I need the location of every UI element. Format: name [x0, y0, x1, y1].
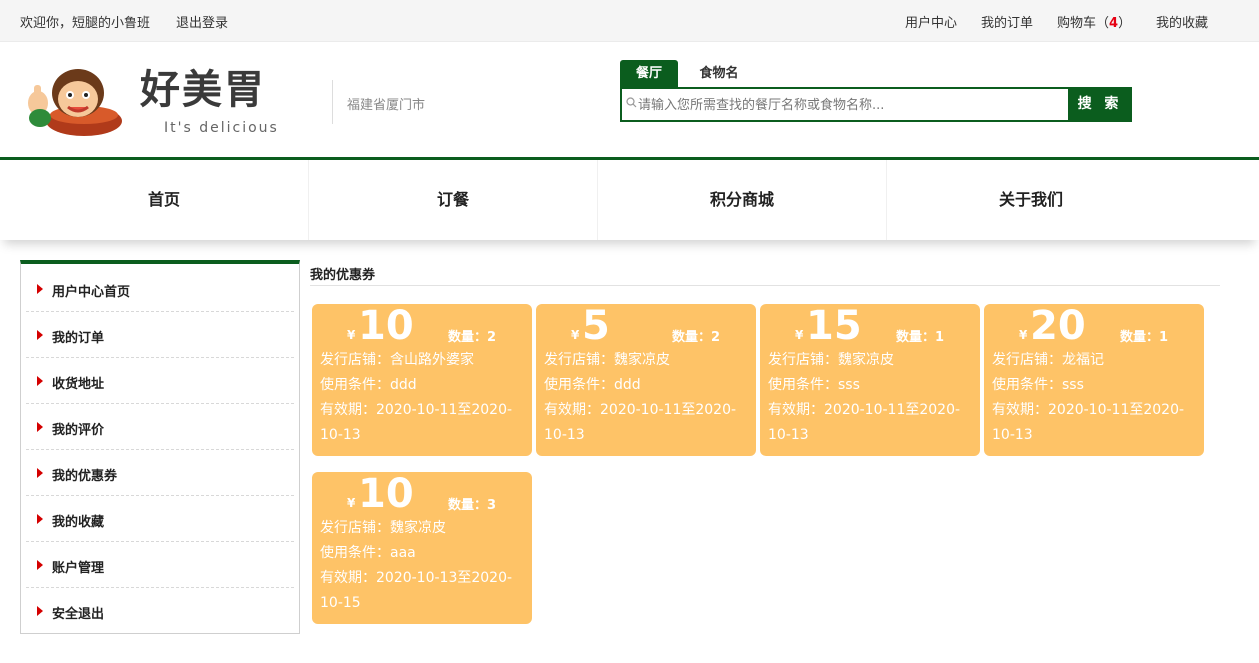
search-input[interactable] — [638, 93, 1068, 117]
sidebar-item-label: 我的收藏 — [52, 515, 105, 530]
currency-symbol: ¥ — [347, 328, 356, 342]
sidebar-item-label: 我的订单 — [52, 331, 105, 346]
arrow-right-icon — [37, 284, 43, 294]
coupon-condition: 使用条件：ddd — [320, 377, 417, 393]
sidebar-item-account[interactable]: 账户管理 — [26, 542, 294, 588]
coupon-amount: 10 — [358, 471, 414, 517]
nav-points-mall[interactable]: 积分商城 — [598, 160, 886, 240]
sidebar-item-label: 我的优惠券 — [52, 469, 118, 484]
coupon-quantity: 数量：2 — [448, 330, 497, 345]
sidebar-item-label: 账户管理 — [52, 561, 105, 576]
search-tab-restaurant[interactable]: 餐厅 — [620, 60, 678, 88]
page-title: 我的优惠券 — [310, 268, 376, 283]
cart-label: 购物车（ — [1057, 16, 1110, 31]
top-bar: 欢迎你，短腿的小鲁班 退出登录 用户中心 我的订单 购物车（4） 我的收藏 — [0, 0, 1259, 42]
coupon-validity-line2: 10-13 — [320, 427, 361, 443]
cart-link[interactable]: 购物车（4） — [1057, 12, 1131, 31]
coupon-amount: 20 — [1030, 303, 1086, 349]
my-orders-link[interactable]: 我的订单 — [981, 12, 1033, 31]
cart-close: ） — [1118, 16, 1132, 31]
logout-link[interactable]: 退出登录 — [176, 12, 228, 31]
coupon-validity-line1: 有效期：2020-10-11至2020- — [320, 402, 513, 418]
coupon-card[interactable]: ¥ 10 数量：3 发行店铺：魏家凉皮 使用条件：aaa 有效期：2020-10… — [312, 472, 532, 624]
coupon-shop: 发行店铺：魏家凉皮 — [768, 352, 894, 368]
arrow-right-icon — [37, 468, 43, 478]
coupon-quantity: 数量：3 — [448, 498, 497, 513]
currency-symbol: ¥ — [1019, 328, 1028, 342]
brand-slogan: It's delicious — [164, 120, 279, 136]
nav-about-us[interactable]: 关于我们 — [887, 160, 1175, 240]
user-center-link[interactable]: 用户中心 — [905, 12, 957, 31]
coupon-validity-line2: 10-13 — [992, 427, 1033, 443]
cart-count: 4 — [1109, 16, 1119, 31]
sidebar-item-my-coupons[interactable]: 我的优惠券 — [26, 450, 294, 496]
coupon-validity: 有效期：2020-10-11至2020- 10-13 — [992, 398, 1198, 448]
nav-home[interactable]: 首页 — [20, 160, 308, 240]
coupon-validity-line1: 有效期：2020-10-11至2020- — [992, 402, 1185, 418]
favorites-link[interactable]: 我的收藏 — [1156, 12, 1208, 31]
coupon-validity-line1: 有效期：2020-10-11至2020- — [768, 402, 961, 418]
sidebar-item-my-reviews[interactable]: 我的评价 — [26, 404, 294, 450]
coupon-amount: 5 — [582, 303, 610, 349]
coupon-amount: 15 — [806, 303, 862, 349]
currency-symbol: ¥ — [571, 328, 580, 342]
coupon-amount: 10 — [358, 303, 414, 349]
coupon-card[interactable]: ¥ 5 数量：2 发行店铺：魏家凉皮 使用条件：ddd 有效期：2020-10-… — [536, 304, 756, 456]
logo-mascot-icon[interactable] — [26, 63, 126, 141]
sidebar-item-addresses[interactable]: 收货地址 — [26, 358, 294, 404]
arrow-right-icon — [37, 606, 43, 616]
header-divider — [332, 80, 333, 124]
coupon-quantity: 数量：1 — [1120, 330, 1169, 345]
coupon-validity-line1: 有效期：2020-10-13至2020- — [320, 570, 513, 586]
coupon-validity-line1: 有效期：2020-10-11至2020- — [544, 402, 737, 418]
coupon-shop: 发行店铺：含山路外婆家 — [320, 352, 474, 368]
arrow-right-icon — [37, 330, 43, 340]
coupon-condition: 使用条件：sss — [992, 377, 1084, 393]
coupon-condition: 使用条件：ddd — [544, 377, 641, 393]
arrow-right-icon — [37, 560, 43, 570]
coupon-validity: 有效期：2020-10-11至2020- 10-13 — [544, 398, 750, 448]
coupon-card[interactable]: ¥ 10 数量：2 发行店铺：含山路外婆家 使用条件：ddd 有效期：2020-… — [312, 304, 532, 456]
sidebar-item-label: 我的评价 — [52, 423, 105, 438]
coupon-validity-line2: 10-13 — [544, 427, 585, 443]
title-divider — [310, 285, 1220, 286]
brand-logo-text[interactable]: 好美胃 — [140, 64, 266, 116]
sidebar-item-favorites[interactable]: 我的收藏 — [26, 496, 294, 542]
coupon-shop: 发行店铺：龙福记 — [992, 352, 1104, 368]
coupon-shop: 发行店铺：魏家凉皮 — [320, 520, 446, 536]
user-center-sidebar: 用户中心首页 我的订单 收货地址 我的评价 我的优惠券 我的收藏 账户管理 安全… — [20, 260, 300, 634]
search-button[interactable]: 搜 索 — [1068, 87, 1132, 122]
sidebar-item-label: 安全退出 — [52, 607, 105, 622]
search-box: 搜 索 — [620, 87, 1132, 122]
sidebar-item-label: 用户中心首页 — [52, 285, 131, 300]
coupon-condition: 使用条件：sss — [768, 377, 860, 393]
city-label[interactable]: 福建省厦门市 — [347, 94, 425, 113]
coupon-quantity: 数量：1 — [896, 330, 945, 345]
currency-symbol: ¥ — [347, 496, 356, 510]
coupon-validity-line2: 10-13 — [768, 427, 809, 443]
arrow-right-icon — [37, 514, 43, 524]
sidebar-item-logout[interactable]: 安全退出 — [26, 588, 294, 634]
currency-symbol: ¥ — [795, 328, 804, 342]
sidebar-item-label: 收货地址 — [52, 377, 105, 392]
search-tab-food[interactable]: 食物名 — [690, 60, 748, 88]
arrow-right-icon — [37, 376, 43, 386]
coupon-validity: 有效期：2020-10-11至2020- 10-13 — [768, 398, 974, 448]
coupon-card[interactable]: ¥ 15 数量：1 发行店铺：魏家凉皮 使用条件：sss 有效期：2020-10… — [760, 304, 980, 456]
sidebar-item-user-center-home[interactable]: 用户中心首页 — [26, 266, 294, 312]
nav-order[interactable]: 订餐 — [309, 160, 597, 240]
coupon-card[interactable]: ¥ 20 数量：1 发行店铺：龙福记 使用条件：sss 有效期：2020-10-… — [984, 304, 1204, 456]
coupon-validity-line2: 10-15 — [320, 595, 361, 611]
coupon-condition: 使用条件：aaa — [320, 545, 416, 561]
coupon-validity: 有效期：2020-10-11至2020- 10-13 — [320, 398, 526, 448]
arrow-right-icon — [37, 422, 43, 432]
sidebar-item-my-orders[interactable]: 我的订单 — [26, 312, 294, 358]
main-nav: 首页 订餐 积分商城 关于我们 — [0, 160, 1259, 240]
search-icon — [626, 97, 637, 108]
welcome-text: 欢迎你，短腿的小鲁班 — [20, 16, 151, 31]
coupon-quantity: 数量：2 — [672, 330, 721, 345]
coupon-validity: 有效期：2020-10-13至2020- 10-15 — [320, 566, 526, 616]
coupon-shop: 发行店铺：魏家凉皮 — [544, 352, 670, 368]
